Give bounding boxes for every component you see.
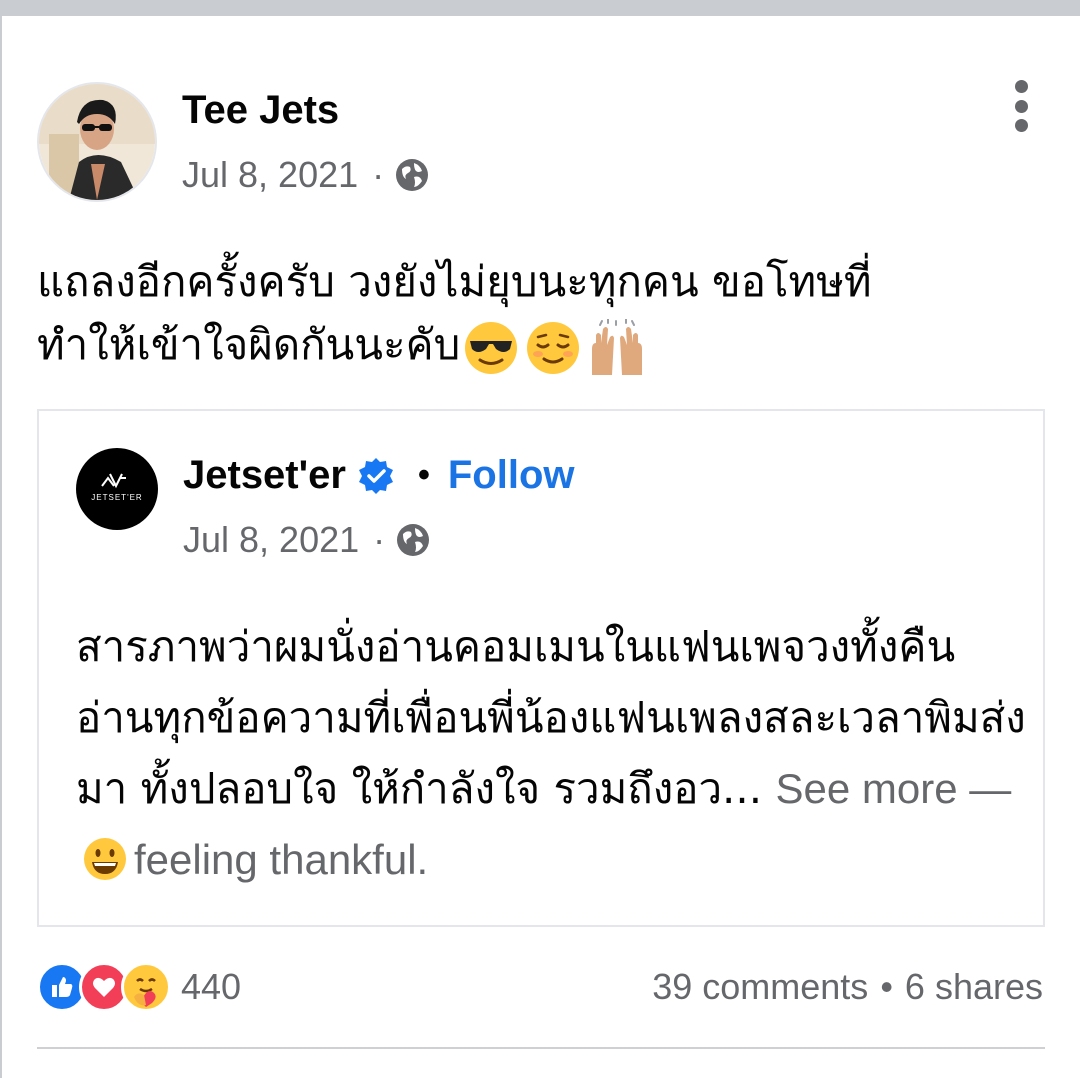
post-text-line-2: ทำให้เข้าใจผิดกันนะคับ [37,313,1047,377]
more-options-icon[interactable] [1005,78,1037,134]
sunglasses-emoji-icon [465,321,518,374]
post-text-line-1: แถลงอีกครั้งครับ วงยังไม่ยุบนะทุกคน ขอโท… [37,257,872,306]
shared-post-meta: Jul 8, 2021 · [183,519,431,561]
footer-divider [37,1047,1045,1049]
author-name[interactable]: Tee Jets [182,88,339,133]
feeling-dash: — [957,765,1012,812]
page-header: Jetset'er • Follow [183,453,575,498]
left-border [0,16,2,1078]
follow-button[interactable]: Follow [448,453,575,498]
engagement-stats: 39 comments • 6 shares [652,966,1043,1008]
globe-icon [394,157,430,193]
page-avatar[interactable]: JETSET'ER [76,448,158,530]
comments-count[interactable]: 39 comments [652,966,868,1008]
verified-badge-icon [356,456,396,496]
feeling-text[interactable]: feeling thankful. [134,836,428,883]
stats-separator: • [880,966,893,1007]
shared-meta-separator: · [373,519,386,560]
post-date[interactable]: Jul 8, 2021 [182,154,358,196]
raised-hands-emoji-icon [592,318,643,375]
meta-separator: · [372,154,385,195]
relieved-emoji-icon [527,321,580,374]
author-avatar[interactable] [37,82,157,202]
shares-count[interactable]: 6 shares [905,966,1043,1008]
post-text: แถลงอีกครั้งครับ วงยังไม่ยุบนะทุกคน ขอโท… [37,250,1047,377]
post-meta: Jul 8, 2021 · [182,154,430,196]
post-text-line-2-text: ทำให้เข้าใจผิดกันนะคับ [37,320,461,369]
globe-icon [395,522,431,558]
shared-post-card[interactable]: JETSET'ER Jetset'er • Follow Jul 8, 2021… [37,409,1045,927]
top-bar [0,0,1080,16]
page-logo-text: JETSET'ER [91,493,142,502]
grinning-emoji-icon [84,838,126,880]
follow-separator: • [417,456,430,494]
shared-post-text: สารภาพว่าผมนั่งอ่านคอมเมนในแฟนเพจวงทั้งค… [76,611,1026,895]
reaction-count[interactable]: 440 [181,966,241,1008]
reactions-summary[interactable]: 440 [37,962,241,1012]
see-more-link[interactable]: See more [775,765,957,812]
care-reaction-icon [121,962,171,1012]
shared-post-date[interactable]: Jul 8, 2021 [183,519,359,561]
page-name[interactable]: Jetset'er [183,453,346,498]
post-emojis [462,318,648,377]
